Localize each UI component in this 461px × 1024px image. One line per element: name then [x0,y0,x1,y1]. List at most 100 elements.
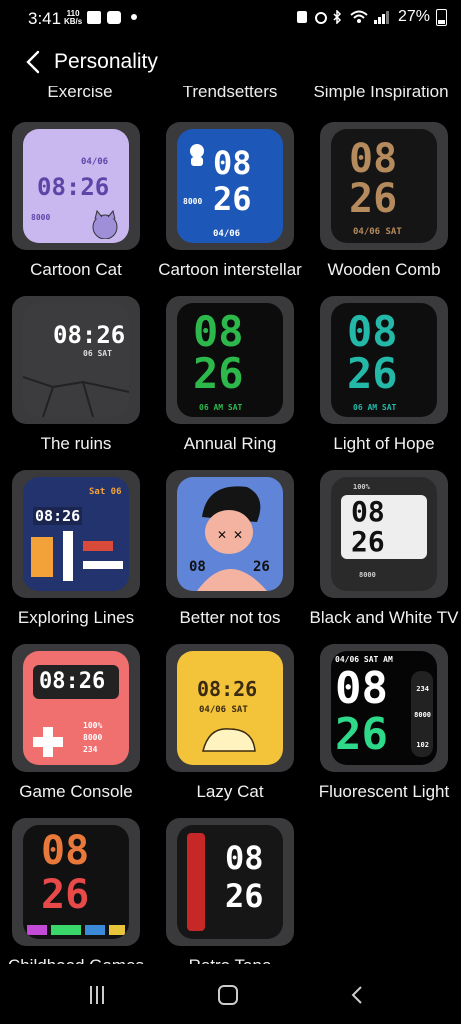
watch-face-lazy-cat[interactable]: 08:26 04/06 SAT Lazy Cat [166,644,294,801]
face-date: 06 AM SAT [353,403,397,412]
face-tile[interactable]: 08 26 04/06 8000 [166,122,294,250]
face-label-trendsetters[interactable]: Trendsetters [166,86,294,106]
face-tile[interactable]: 08 26 04/06 SAT [320,122,448,250]
face-minute: 26 [347,349,398,398]
face-preview: ✕ ✕ 08 26 [177,477,283,591]
face-tile[interactable]: 08:26 04/06 8000 [12,122,140,250]
bluetooth-icon [332,9,344,25]
watch-face-fluorescent-light[interactable]: 04/06 SAT AM 08 26 234 8000 102 Fluoresc… [319,644,449,801]
face-tile[interactable]: 08:26 Sat 06 [12,470,140,598]
face-tile[interactable]: 08:26 06 SAT [12,296,140,424]
watch-face-black-and-white-tv[interactable]: 08 26 100% 8000 Black and White TV [310,470,458,627]
abstract-lines-icon [31,531,123,581]
network-speed: 110 KB/s [64,10,82,26]
watch-face-cartoon-interstellar[interactable]: 08 26 04/06 8000 Cartoon interstellar [158,122,302,279]
astronaut-icon [190,144,204,166]
face-label: Light of Hope [333,434,435,453]
face-date: 04/06 [81,157,109,167]
face-preview: 08:26 06 SAT [23,303,129,417]
face-tile[interactable]: ✕ ✕ 08 26 [166,470,294,598]
face-preview: 08 26 04/06 SAT [331,129,437,243]
face-tile[interactable]: 08 26 [166,818,294,946]
back-button[interactable] [20,48,48,76]
face-label: Fluorescent Light [318,782,450,801]
watch-face-retro-tape[interactable]: 08 26 Retro Tape [166,818,294,968]
face-time: 08:26 [39,669,106,694]
face-minute: 26 [193,349,244,398]
face-preview: 08:26 04/06 SAT [177,651,283,765]
home-button[interactable] [218,985,238,1005]
face-preview: 08 26 04/06 8000 [177,129,283,243]
face-minute: 26 [349,176,398,222]
watch-face-annual-ring[interactable]: 08 26 06 AM SAT Annual Ring [166,296,294,453]
face-label: Cartoon interstellar [158,260,302,279]
wifi-icon [350,10,368,24]
chevron-left-icon [26,50,40,74]
tv-screen: 08 26 [341,495,427,559]
tetris-blocks-icon [27,925,125,935]
status-time: 3:41 [28,9,62,28]
face-hour: 08 [213,144,252,182]
app-header: Personality [0,40,461,84]
face-steps: 8000 [83,733,103,742]
face-preview: 08 26 100% 8000 [331,477,437,591]
face-tile[interactable]: 08:26 04/06 SAT [166,644,294,772]
svg-text:✕: ✕ [217,528,227,542]
face-tile[interactable]: 08 26 [12,818,140,946]
face-preview: 08 26 [23,825,129,939]
face-hour: 08 [41,828,90,874]
face-label-exercise[interactable]: Exercise [16,86,144,106]
page-title: Personality [54,50,158,73]
sleeping-cat-icon [202,728,256,752]
face-minute: 26 [225,877,264,915]
face-heart-rate: 102 [416,741,429,749]
face-date: Sat 06 [89,487,122,497]
face-date: 04/06 SAT [199,705,248,715]
face-tile[interactable]: 04/06 SAT AM 08 26 234 8000 102 [320,644,448,772]
face-preview: 08 26 06 AM SAT [177,303,283,417]
network-speed-unit: KB/s [64,17,83,26]
face-preview: 08:26 04/06 8000 [23,129,129,243]
face-hour: 08 [225,839,264,877]
face-label: Black and White TV [309,608,459,627]
face-label: Cartoon Cat [30,260,122,279]
face-tile[interactable]: 08 26 06 AM SAT [320,296,448,424]
watch-face-light-of-hope[interactable]: 08 26 06 AM SAT Light of Hope [320,296,448,453]
watch-face-the-ruins[interactable]: 08:26 06 SAT The ruins [12,296,140,453]
watch-face-better-not-tos[interactable]: ✕ ✕ 08 26 Better not tos [166,470,294,627]
nav-back-button[interactable] [348,984,366,1006]
face-date: 06 AM SAT [199,403,243,412]
face-tile[interactable]: 08 26 06 AM SAT [166,296,294,424]
face-label-simple-inspiration[interactable]: Simple Inspiration [306,86,456,106]
face-steps: 8000 [359,571,376,579]
recent-apps-button[interactable] [90,986,108,1004]
watch-face-cartoon-cat[interactable]: 08:26 04/06 8000 Cartoon Cat [12,122,140,279]
face-steps: 8000 [414,711,431,719]
face-calories: 234 [83,745,98,754]
face-label: Better not tos [179,608,281,627]
watch-face-exploring-lines[interactable]: 08:26 Sat 06 Exploring Lines [12,470,140,627]
face-hour: 08 [189,559,206,575]
face-hour: 08 [335,663,388,714]
face-battery: 100% [353,483,370,491]
status-bar: 3:41 110 KB/s 27% [0,0,461,38]
face-time: 08:26 [53,321,126,349]
alarm-icon [314,10,327,24]
face-preview: 08:26 Sat 06 [23,477,129,591]
tape-strip [187,833,205,931]
game-screen: 08:26 [33,665,119,699]
watch-face-wooden-comb[interactable]: 08 26 04/06 SAT Wooden Comb [320,122,448,279]
face-preview: 04/06 SAT AM 08 26 234 8000 102 [331,651,437,765]
face-calories: 234 [416,685,429,693]
back-icon [351,986,362,1004]
face-tile[interactable]: 08 26 100% 8000 [320,470,448,598]
face-minute: 26 [253,559,270,575]
cat-illustration-icon [92,209,118,239]
face-tile[interactable]: 08:26 100% 8000 234 [12,644,140,772]
face-minute: 26 [213,180,252,218]
face-steps: 8000 [31,213,51,222]
watch-face-game-console[interactable]: 08:26 100% 8000 234 Game Console [12,644,140,801]
watch-face-childhood-games[interactable]: 08 26 Childhood Games [8,818,144,968]
face-time: 08:26 [33,507,83,525]
face-hour: 08 [349,136,398,182]
